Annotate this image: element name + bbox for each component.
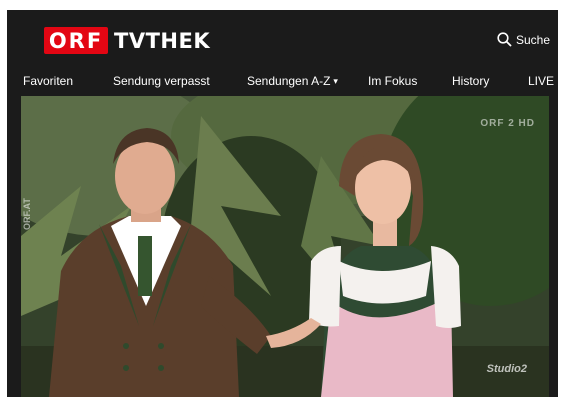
logo-text[interactable]: TVTHEK [114,29,210,53]
orf-logo[interactable]: ORF [44,27,108,54]
nav-item-im-fokus[interactable]: Im Fokus [368,74,417,88]
orf-at-watermark: ORF.AT [22,198,32,230]
show-watermark: Studio2 [486,363,527,375]
search-button[interactable]: Suche [497,32,550,47]
nav-item-favoriten[interactable]: Favoriten [23,74,73,88]
search-label: Suche [515,32,550,47]
chevron-down-icon: ▾ [333,76,338,86]
header-bar: ORF TVTHEK Suche [7,10,558,68]
channel-watermark: ORF 2 HD [480,118,535,129]
nav-item-sendungen-az[interactable]: Sendungen A-Z ▾ [247,74,338,88]
video-player[interactable]: ORF 2 HD ORF.AT Studio2 [21,96,549,397]
main-nav: Favoriten Sendung verpasst Sendungen A-Z… [7,68,558,96]
nav-item-sendung-verpasst[interactable]: Sendung verpasst [113,74,210,88]
logo-mark: ORF [48,28,104,53]
nav-item-history[interactable]: History [452,74,489,88]
video-frame [21,96,549,397]
app-frame: ORF TVTHEK Suche Favoriten Sendung verpa… [7,10,558,397]
search-icon [497,32,512,47]
nav-item-live[interactable]: LIVE [528,74,554,88]
